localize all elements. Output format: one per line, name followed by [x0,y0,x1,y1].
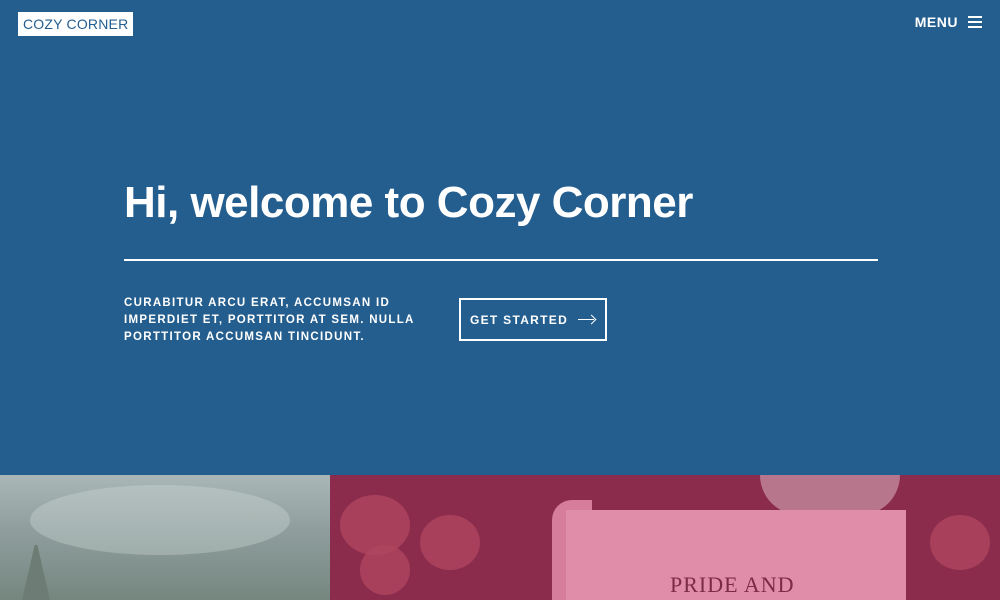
logo-link[interactable]: COZY CORNER [18,12,134,36]
feature-tiles: PRIDE AND [0,475,1000,600]
menu-label: MENU [914,14,958,30]
arrow-right-icon [578,315,596,325]
rose-shape [420,515,480,570]
book-title-text: PRIDE AND [670,572,795,597]
tile-image-book[interactable]: PRIDE AND [330,475,1000,600]
rose-shape [930,515,990,570]
top-navigation: COZY CORNER MENU [0,0,1000,48]
get-started-label: GET STARTED [469,312,569,327]
page-title: Hi, welcome to Cozy Corner [124,178,693,227]
menu-button[interactable]: MENU [915,14,982,30]
tile-image-sky[interactable] [0,475,330,600]
hero-section: COZY CORNER MENU Hi, welcome to Cozy Cor… [0,0,1000,475]
spire-silhouette [22,545,50,600]
rose-shape [360,545,410,595]
divider [124,259,878,261]
get-started-button[interactable]: GET STARTED [459,298,607,341]
lace-doily [760,475,900,515]
hero-description: Curabitur arcu erat, accumsan id imperdi… [124,297,415,343]
cloud-shape [30,485,290,555]
hamburger-icon [968,16,982,28]
